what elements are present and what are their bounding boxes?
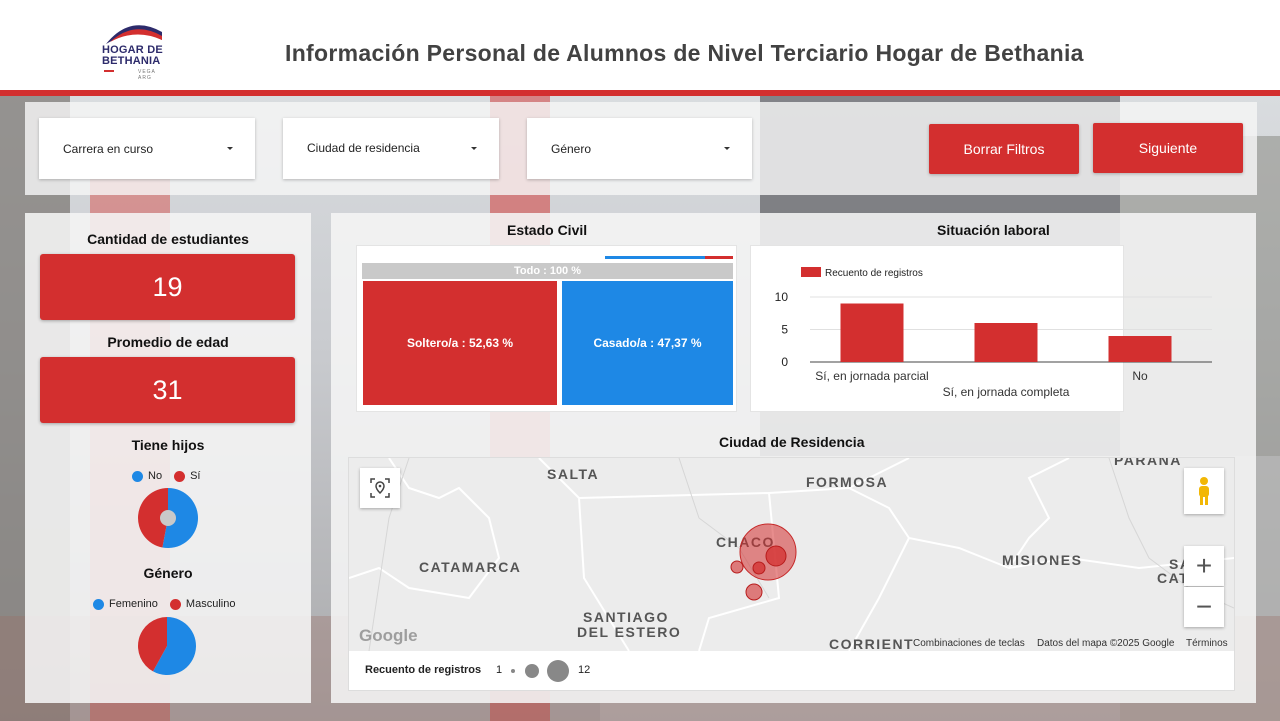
map-data-credit: Datos del mapa ©2025 Google: [1037, 638, 1175, 649]
bar-0: [840, 303, 904, 362]
students-count-value: 19: [40, 254, 295, 320]
map-legend-sizes: [511, 660, 569, 682]
genero-title: Género: [143, 565, 193, 581]
y-tick-label: 10: [775, 290, 789, 304]
google-logo: Google: [359, 626, 418, 645]
treemap-cell-casado[interactable]: Casado/a : 47,37 %: [562, 281, 733, 405]
genero-pie-chart: [138, 617, 196, 675]
carrera-dropdown[interactable]: Carrera en curso: [39, 118, 255, 179]
hijos-pie-chart: [137, 488, 198, 548]
zoom-in-button[interactable]: +: [1184, 546, 1224, 586]
x-tick-label: Sí, en jornada parcial: [815, 369, 928, 383]
map-bubbles: [730, 523, 797, 601]
map-bubble: [730, 560, 744, 574]
header-divider: [0, 90, 1280, 96]
map-legend-title: Recuento de registros: [365, 664, 482, 676]
zoom-out-button[interactable]: −: [1184, 587, 1224, 627]
legend-swatch: [801, 267, 821, 277]
terms-link[interactable]: Términos: [1186, 638, 1228, 649]
header: HOGAR DE BETHANIA VEGA ARG Información P…: [0, 0, 1280, 96]
students-count-label: Cantidad de estudiantes: [87, 231, 249, 247]
average-age-value: 31: [40, 357, 295, 423]
street-view-button[interactable]: [1184, 468, 1224, 514]
average-age-label: Promedio de edad: [107, 334, 229, 350]
hijos-legend: No Sí: [132, 470, 200, 482]
ciudad-dropdown[interactable]: Ciudad de residencia: [283, 118, 499, 179]
y-tick-label: 5: [781, 323, 788, 337]
map-bubble: [745, 583, 763, 601]
map-bubble: [752, 561, 766, 575]
logo: HOGAR DE BETHANIA VEGA ARG: [100, 18, 166, 81]
situacion-laboral-bar-chart: Recuento de registros 10 5 0 Sí, en jornada…: [775, 267, 1212, 399]
treemap-breadcrumb-bar-red: [705, 256, 733, 259]
keyboard-shortcuts-link[interactable]: Combinaciones de teclas: [913, 638, 1025, 649]
carrera-dropdown-label: Carrera en curso: [63, 142, 154, 156]
y-tick-label: 0: [781, 355, 788, 369]
next-button[interactable]: Siguiente: [1093, 123, 1243, 173]
hijos-title: Tiene hijos: [131, 437, 205, 453]
genero-dropdown[interactable]: Género: [527, 118, 752, 179]
map-canvas[interactable]: SALTA FORMOSA CHACO CATAMARCA MISIONES S…: [349, 458, 1234, 651]
locate-button[interactable]: [360, 468, 400, 508]
chevron-down-icon: [227, 147, 233, 150]
genero-legend: Femenino Masculino: [93, 598, 235, 610]
ciudad-dropdown-label: Ciudad de residencia: [307, 141, 420, 155]
map-legend-min: 1: [496, 664, 503, 676]
map-legend-max: 12: [578, 664, 591, 676]
situacion-laboral-title: Situación laboral: [937, 222, 1050, 238]
estado-civil-title: Estado Civil: [507, 222, 588, 238]
treemap-cell-soltero[interactable]: Soltero/a : 52,63 %: [363, 281, 557, 405]
treemap-root[interactable]: Todo : 100 %: [362, 263, 733, 279]
x-tick-label: No: [1132, 369, 1148, 383]
genero-dropdown-label: Género: [551, 142, 592, 156]
chevron-down-icon: [471, 147, 477, 150]
clear-filters-button[interactable]: Borrar Filtros: [929, 124, 1079, 174]
mapa-title: Ciudad de Residencia: [719, 434, 865, 450]
bar-2: [1108, 336, 1172, 362]
legend-label: Recuento de registros: [825, 268, 923, 279]
map-bubble: [765, 545, 787, 567]
bar-1: [974, 323, 1038, 362]
pegman-icon: [1199, 477, 1209, 505]
location-pin-icon: [370, 478, 390, 498]
chevron-down-icon: [724, 147, 730, 150]
x-tick-label: Sí, en jornada completa: [943, 385, 1070, 399]
page-title: Información Personal de Alumnos de Nivel…: [285, 40, 1084, 66]
